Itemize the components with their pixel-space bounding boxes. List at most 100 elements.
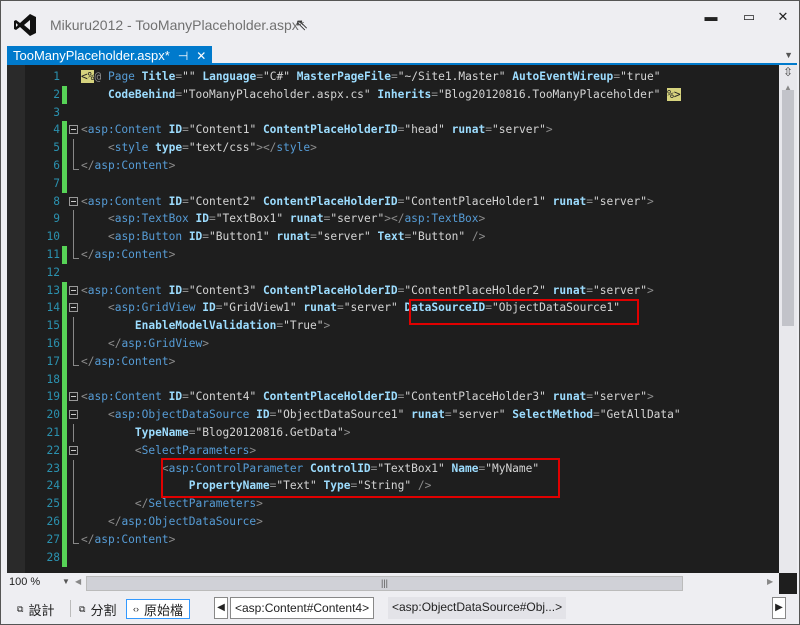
code-token: asp:Content <box>87 283 162 297</box>
tab-label: TooManyPlaceholder.aspx* <box>13 48 170 63</box>
code-token: asp:ObjectDataSource <box>114 408 250 422</box>
code-token: = <box>182 283 189 297</box>
design-view-button[interactable]: ⧉ 設計 <box>11 599 60 619</box>
close-button[interactable]: ✕ <box>773 9 793 25</box>
split-icon: ⧉ <box>79 603 86 614</box>
code-token: > <box>168 354 176 368</box>
collapse-icon[interactable] <box>68 388 80 406</box>
breadcrumb-right-button[interactable]: ▶ <box>772 597 786 619</box>
code-token: "server" <box>316 230 371 244</box>
source-view-button[interactable]: ‹› 原始檔 <box>126 599 191 619</box>
pin-icon[interactable]: ⊣ <box>178 49 188 63</box>
code-token: > <box>256 497 263 511</box>
zoom-level[interactable]: 100 % <box>9 576 40 588</box>
code-line[interactable]: 21 TypeName="Blog20120816.GetData"> <box>7 424 779 442</box>
code-token: "TextBox1" <box>215 212 284 226</box>
code-line[interactable]: 7 <box>7 174 779 193</box>
collapse-icon[interactable] <box>68 299 80 317</box>
breadcrumb-content4[interactable]: <asp:Content#Content4> <box>230 597 375 619</box>
outline-guide <box>68 210 80 229</box>
code-line[interactable]: 18 <box>7 370 779 389</box>
code-token: < <box>134 443 142 457</box>
maximize-button[interactable]: ▭ <box>739 9 759 25</box>
outline-guide <box>68 513 80 531</box>
change-indicator <box>62 317 67 336</box>
collapse-icon[interactable] <box>68 282 80 300</box>
code-text: <asp:Content ID="Content3" ContentPlaceH… <box>81 282 654 300</box>
collapse-icon[interactable] <box>68 121 80 139</box>
code-line[interactable]: 28 <box>7 548 779 567</box>
code-line[interactable]: 19 <asp:Content ID="Content4" ContentPlac… <box>7 388 779 407</box>
code-line[interactable]: 6 </asp:Content> <box>7 157 779 175</box>
collapse-icon[interactable] <box>68 406 80 424</box>
split-label: 分割 <box>90 602 117 618</box>
code-line[interactable]: 14 <asp:GridView ID="GridView1" runat="s… <box>7 299 779 318</box>
code-line[interactable]: 20 <asp:ObjectDataSource ID = "ObjectDataS… <box>7 406 779 425</box>
horizontal-scroll-thumb[interactable]: ||| <box>86 576 683 591</box>
code-line[interactable]: 1 <%@ Page Title="" Language="C#" MasterP… <box>7 68 779 86</box>
code-line[interactable]: 3 <box>7 104 779 122</box>
code-line[interactable]: 12 <box>7 264 779 282</box>
code-token: ></ <box>384 212 405 226</box>
code-token: asp:TextBox <box>114 212 189 226</box>
title-bar: Mikuru2012 - TooManyPlaceholder.aspx* ⇖ … <box>1 1 799 46</box>
close-tab-icon[interactable]: ✕ <box>196 49 206 63</box>
scroll-left-arrow-icon[interactable]: ◀ <box>75 577 81 586</box>
scroll-right-arrow-icon[interactable]: ▶ <box>767 577 773 586</box>
breadcrumb-objectdatasource[interactable]: <asp:ObjectDataSource#Obj...> <box>388 597 567 619</box>
change-indicator <box>62 335 67 353</box>
split-handle-icon[interactable]: ⇳ <box>779 65 797 83</box>
code-token: > <box>646 283 654 297</box>
collapse-icon[interactable] <box>68 193 80 211</box>
code-line[interactable]: 9 <asp:TextBox ID="TextBox1" runat="serv… <box>7 210 779 229</box>
window-title: Mikuru2012 - TooManyPlaceholder.aspx* <box>50 17 305 33</box>
code-line[interactable]: 15 EnableModelValidation="True"> <box>7 317 779 336</box>
code-token: ID <box>168 194 183 208</box>
code-token: > <box>202 337 210 350</box>
line-number: 11 <box>46 248 60 261</box>
code-token: ID <box>202 301 216 315</box>
minimize-button[interactable]: ▬ <box>701 9 721 24</box>
code-token: ID <box>256 408 270 422</box>
code-token: = <box>390 70 398 83</box>
collapse-icon[interactable] <box>68 442 80 460</box>
code-line[interactable]: 5 <style type="text/css"></style> <box>7 139 779 158</box>
breadcrumb-left-button[interactable]: ◀ <box>214 597 228 619</box>
code-line[interactable]: 8 <asp:Content ID="Content2" ContentPlace… <box>7 193 779 211</box>
highlight-box-controlparameter <box>161 458 560 498</box>
code-token: "head" <box>404 123 445 137</box>
code-line[interactable]: 13 <asp:Content ID="Content3" ContentPlac… <box>7 281 779 300</box>
code-token: "C#" <box>262 70 290 83</box>
vertical-scrollbar[interactable]: ⇳ ▲ <box>779 65 797 573</box>
code-line[interactable]: 10 <asp:Button ID="Button1" runat="serve… <box>7 228 779 247</box>
code-line[interactable]: 16 </asp:GridView> <box>7 335 779 353</box>
code-token: "Button" <box>411 230 466 244</box>
code-line[interactable]: 17 </asp:Content> <box>7 352 779 371</box>
vertical-scroll-thumb[interactable] <box>782 90 794 326</box>
code-token: asp:Content <box>94 532 169 546</box>
code-token: </ <box>81 159 95 172</box>
tab-toomanyplaceholder[interactable]: TooManyPlaceholder.aspx* ⊣ ✕ <box>7 46 213 65</box>
code-editor[interactable]: 1 <%@ Page Title="" Language="C#" MasterP… <box>7 65 779 573</box>
code-line[interactable]: 2 CodeBehind="TooManyPlaceholder.aspx.cs… <box>7 85 779 104</box>
code-token: </ <box>81 248 95 261</box>
code-line[interactable]: 27 </asp:Content> <box>7 530 779 549</box>
split-view-button[interactable]: ⧉ 分割 <box>73 599 122 619</box>
outline-guide <box>68 317 80 336</box>
code-text: <asp:Content ID="Content1" ContentPlaceH… <box>81 121 553 139</box>
change-indicator <box>62 139 67 158</box>
code-token: runat <box>552 390 587 404</box>
code-line[interactable]: 11 </asp:Content> <box>7 246 779 264</box>
code-token: runat <box>411 408 445 422</box>
code-line[interactable]: 26 </asp:ObjectDataSource> <box>7 513 779 531</box>
change-indicator <box>62 85 67 104</box>
code-text: TypeName="Blog20120816.GetData"> <box>81 424 351 442</box>
code-token: > <box>343 426 351 439</box>
code-line[interactable]: 4 <asp:Content ID="Content1" ContentPlace… <box>7 121 779 140</box>
tab-dropdown-icon[interactable]: ▼ <box>784 50 793 60</box>
zoom-dropdown-icon[interactable]: ▼ <box>62 577 70 586</box>
